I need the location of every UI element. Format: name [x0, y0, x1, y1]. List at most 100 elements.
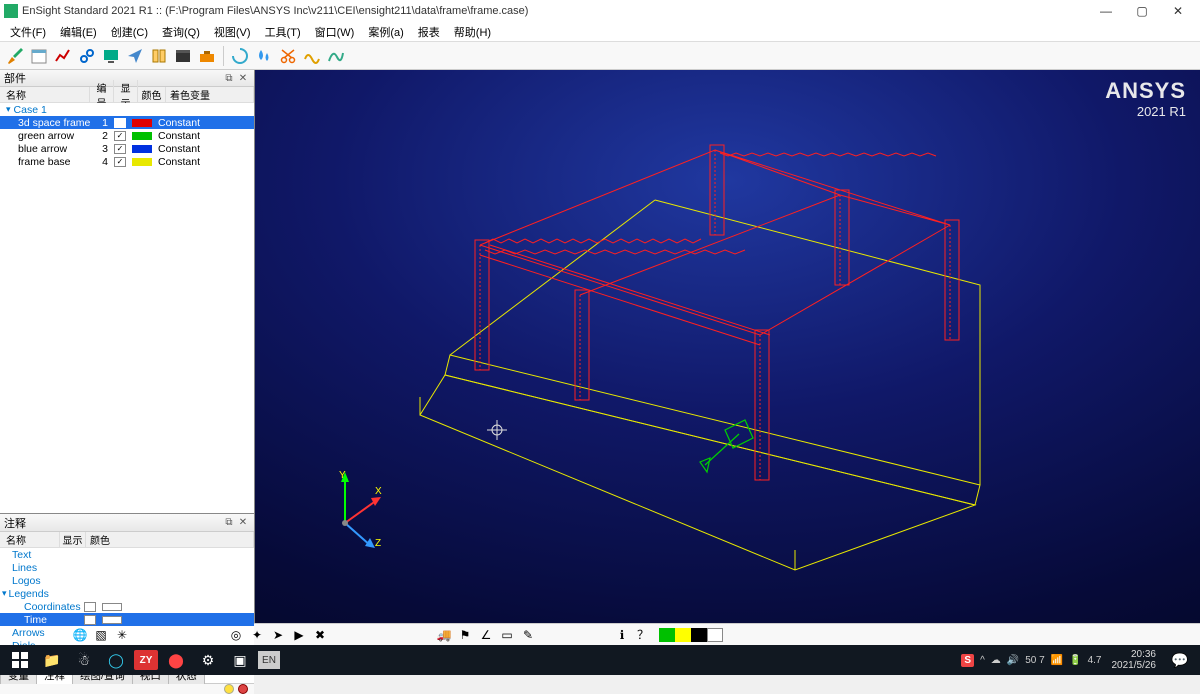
menu-query[interactable]: 查询(Q)	[156, 24, 206, 40]
tool-clapper-icon[interactable]	[172, 45, 194, 67]
arrow-icon[interactable]: ➤	[269, 626, 287, 644]
status-dot-rec-icon[interactable]	[238, 684, 248, 694]
axis-x-label: X	[375, 486, 382, 497]
tool-spin-icon[interactable]	[229, 45, 251, 67]
tray-up-icon[interactable]: ^	[980, 655, 985, 666]
frame-base	[420, 200, 980, 570]
menu-help[interactable]: 帮助(H)	[448, 24, 497, 40]
annot-row[interactable]: Text	[0, 548, 254, 561]
flag-icon[interactable]: ⚑	[456, 626, 474, 644]
part-row[interactable]: blue arrow3✓Constant	[0, 142, 254, 155]
3d-space-frame	[475, 145, 959, 480]
annot-row[interactable]: Time✓	[0, 613, 254, 626]
status-dot-warn-icon[interactable]	[224, 684, 234, 694]
acol-vis[interactable]: 显示	[60, 532, 86, 547]
taskbar: 📁 ☃ ◯ ZY ⬤ ⚙ ▣ EN S ^ ☁ 🔊 50 7 📶 🔋 4.7 2…	[0, 645, 1200, 675]
annot-row[interactable]: Coordinates	[0, 600, 254, 613]
system-tray[interactable]: S ^ ☁ 🔊 50 7 📶 🔋 4.7	[961, 654, 1101, 667]
close-button[interactable]: ✕	[1160, 0, 1196, 22]
tool-brush-icon[interactable]	[4, 45, 26, 67]
gear-icon[interactable]: ✖	[311, 626, 329, 644]
tool-book-icon[interactable]	[148, 45, 170, 67]
sparkle-icon[interactable]: ✳	[113, 626, 131, 644]
acol-color[interactable]: 颜色	[86, 532, 254, 547]
tool-monitor-icon[interactable]	[100, 45, 122, 67]
tray-cloud-icon[interactable]: ☁	[991, 655, 1001, 666]
bottom-grp-3: 🚚 ⚑ ∠ ▭ ✎	[435, 626, 537, 644]
annot-row[interactable]: ▾Legends	[0, 587, 254, 600]
info-icon[interactable]: ℹ	[613, 626, 631, 644]
tool-toolbox-icon[interactable]	[196, 45, 218, 67]
tray-batt-icon[interactable]: 🔋	[1069, 655, 1081, 666]
menu-create[interactable]: 创建(C)	[105, 24, 154, 40]
start-button[interactable]	[6, 647, 34, 673]
part-row[interactable]: frame base4✓Constant	[0, 155, 254, 168]
zy-icon[interactable]: ZY	[134, 650, 158, 670]
clock-date: 2021/5/26	[1112, 660, 1157, 671]
wand-icon[interactable]: ✦	[248, 626, 266, 644]
explorer-icon[interactable]: 📁	[38, 647, 66, 673]
parts-tree[interactable]: ▾Case 1 3d space frame1✓Constantgreen ar…	[0, 103, 254, 513]
link2-icon[interactable]: ✎	[519, 626, 537, 644]
menu-edit[interactable]: 编辑(E)	[54, 24, 103, 40]
col-color[interactable]: 颜色	[138, 87, 166, 102]
col-colorby[interactable]: 着色变量	[166, 87, 254, 102]
acol-name[interactable]: 名称	[0, 532, 60, 547]
record-icon[interactable]: ⬤	[162, 647, 190, 673]
tool-link-icon[interactable]	[76, 45, 98, 67]
maximize-button[interactable]: ▢	[1124, 0, 1160, 22]
tool-plane-icon[interactable]	[124, 45, 146, 67]
part-row[interactable]: green arrow2✓Constant	[0, 129, 254, 142]
tool-wave-icon[interactable]	[301, 45, 323, 67]
notifications-icon[interactable]: 💬	[1166, 647, 1194, 673]
menu-tools[interactable]: 工具(T)	[259, 24, 307, 40]
app2-icon[interactable]: ⚙	[194, 647, 222, 673]
menu-case[interactable]: 案例(a)	[362, 24, 409, 40]
box-icon[interactable]: ▭	[498, 626, 516, 644]
cube-icon[interactable]: ▧	[92, 626, 110, 644]
scene-svg	[255, 70, 1200, 623]
tray-wifi-icon[interactable]: 📶	[1051, 655, 1063, 666]
tool-drops-icon[interactable]	[253, 45, 275, 67]
app1-icon[interactable]: ☃	[70, 647, 98, 673]
annot-row[interactable]: Lines	[0, 561, 254, 574]
truck-icon[interactable]: 🚚	[435, 626, 453, 644]
globe-icon[interactable]: 🌐	[71, 626, 89, 644]
help-icon[interactable]: ？	[634, 626, 652, 644]
terminal-icon[interactable]: ▣	[226, 647, 254, 673]
main-area: 部件 ⧉ ✕ 名称 编号 显示 颜色 着色变量 ▾Case 1 3d space…	[0, 70, 1200, 623]
tree-case[interactable]: ▾Case 1	[0, 103, 254, 116]
annot-row[interactable]: Logos	[0, 574, 254, 587]
tool-chart-icon[interactable]	[52, 45, 74, 67]
play-icon[interactable]: ▶	[290, 626, 308, 644]
tray-batt-text: 4.7	[1088, 655, 1102, 666]
menu-report[interactable]: 报表	[412, 24, 446, 40]
panel-float-icon[interactable]: ⧉	[222, 71, 236, 85]
clock-time: 20:36	[1112, 649, 1157, 660]
part-row[interactable]: 3d space frame1✓Constant	[0, 116, 254, 129]
tool-scissors-icon[interactable]	[277, 45, 299, 67]
tool-swirl-icon[interactable]	[325, 45, 347, 67]
tray-s-icon[interactable]: S	[961, 654, 974, 667]
menu-file[interactable]: 文件(F)	[4, 24, 52, 40]
target-icon[interactable]: ◎	[227, 626, 245, 644]
menu-view[interactable]: 视图(V)	[208, 24, 257, 40]
minimize-button[interactable]: —	[1088, 0, 1124, 22]
watermark-version: 2021 R1	[1105, 104, 1186, 119]
edge-icon[interactable]: ◯	[102, 647, 130, 673]
angle-icon[interactable]: ∠	[477, 626, 495, 644]
panel-float-icon[interactable]: ⧉	[222, 516, 236, 530]
ime-icon[interactable]: EN	[258, 651, 280, 669]
taskbar-clock[interactable]: 20:36 2021/5/26	[1106, 649, 1163, 671]
axis-triad[interactable]: Y X Z	[315, 468, 385, 548]
col-name[interactable]: 名称	[0, 87, 90, 102]
panel-close-icon[interactable]: ✕	[236, 516, 250, 530]
color-palette[interactable]	[659, 628, 723, 642]
viewport[interactable]: ANSYS 2021 R1 Y X Z	[255, 70, 1200, 623]
bottom-grp-1: 🌐 ▧ ✳	[71, 626, 131, 644]
tool-calendar-icon[interactable]	[28, 45, 50, 67]
window-title: EnSight Standard 2021 R1 :: (F:\Program …	[22, 5, 528, 17]
menu-window[interactable]: 窗口(W)	[309, 24, 361, 40]
panel-close-icon[interactable]: ✕	[236, 71, 250, 85]
tray-vol-icon[interactable]: 🔊	[1007, 655, 1019, 666]
